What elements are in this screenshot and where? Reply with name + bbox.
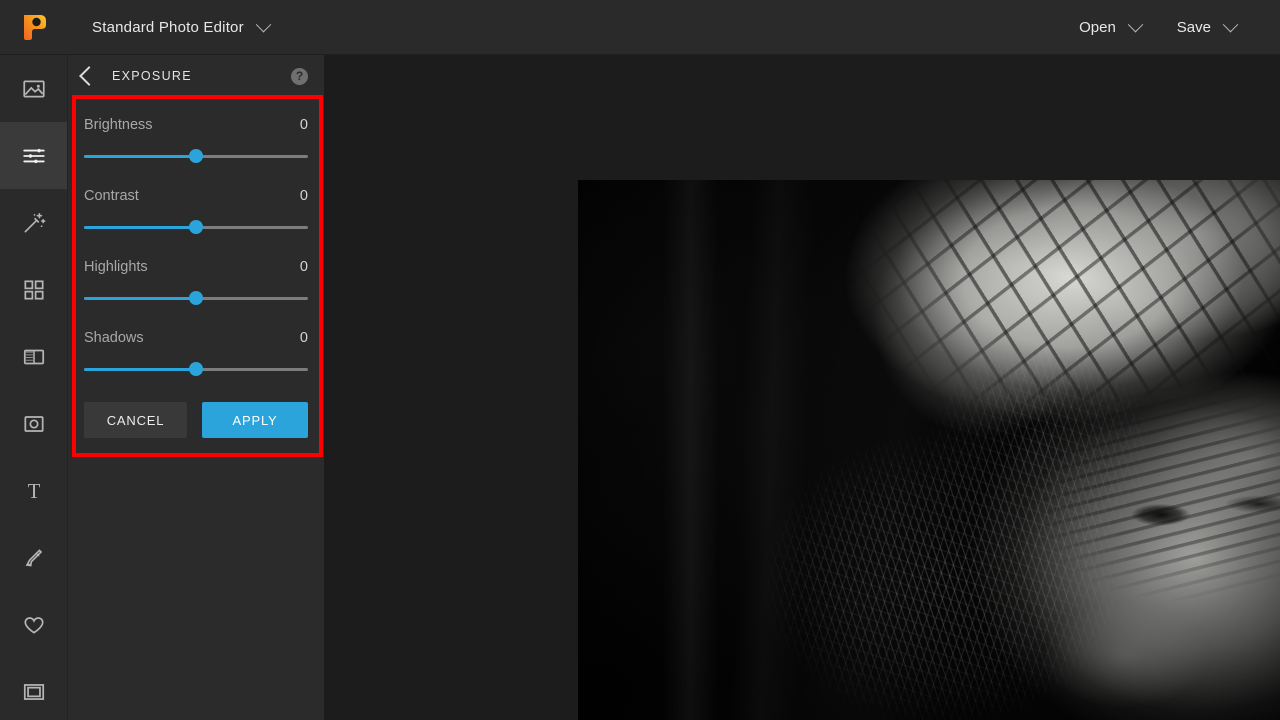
slider-brightness-value: 0 (300, 117, 308, 133)
sidebar-item-text[interactable]: T (0, 457, 67, 524)
sidebar-item-draw[interactable] (0, 524, 67, 591)
slider-shadows-label: Shadows (84, 330, 144, 346)
slider-track-fill (84, 297, 196, 300)
exposure-panel: EXPOSURE ? Brightness 0 Contrast (68, 55, 324, 720)
image-icon (21, 76, 47, 102)
slider-brightness-labels: Brightness 0 (84, 117, 308, 133)
photo-preview[interactable] (578, 180, 1280, 720)
slider-highlights-labels: Highlights 0 (84, 259, 308, 275)
open-button[interactable]: Open (1061, 11, 1159, 44)
cancel-button[interactable]: CANCEL (84, 402, 187, 438)
top-bar-actions: Open Save (1061, 11, 1280, 44)
slider-brightness-track[interactable] (84, 149, 308, 163)
slider-highlights-value: 0 (300, 259, 308, 275)
camera-square-icon (21, 411, 47, 437)
brush-pencil-icon (21, 545, 47, 571)
panel-header: EXPOSURE ? (68, 55, 324, 97)
slider-shadows-value: 0 (300, 330, 308, 346)
slider-shadows-labels: Shadows 0 (84, 330, 308, 346)
tool-rail: T (0, 55, 68, 720)
photo-vignette-layer (578, 180, 1280, 720)
slider-brightness-thumb[interactable] (189, 149, 203, 163)
slider-brightness: Brightness 0 (84, 117, 308, 163)
slider-highlights-thumb[interactable] (189, 291, 203, 305)
slider-shadows-track[interactable] (84, 362, 308, 376)
magic-wand-icon (21, 210, 47, 236)
slider-shadows: Shadows 0 (84, 330, 308, 376)
app-logo[interactable] (0, 0, 68, 55)
slider-contrast: Contrast 0 (84, 188, 308, 234)
exposure-controls: Brightness 0 Contrast 0 (68, 95, 324, 438)
slider-contrast-thumb[interactable] (189, 220, 203, 234)
chevron-down-icon (1128, 16, 1144, 32)
page-title: Standard Photo Editor (92, 19, 244, 36)
panel-title: EXPOSURE (112, 69, 192, 83)
sidebar-item-collage[interactable] (0, 256, 67, 323)
sidebar-item-frame[interactable] (0, 658, 67, 720)
slider-highlights: Highlights 0 (84, 259, 308, 305)
sidebar-item-camera[interactable] (0, 390, 67, 457)
panel-actions: CANCEL APPLY (84, 402, 308, 438)
back-chevron-icon[interactable] (79, 66, 99, 86)
apply-button[interactable]: APPLY (202, 402, 308, 438)
slider-track-fill (84, 368, 196, 371)
slider-shadows-thumb[interactable] (189, 362, 203, 376)
question-mark-icon[interactable]: ? (291, 68, 308, 85)
svg-text:T: T (27, 481, 40, 503)
photo-editor-app: Standard Photo Editor Open Save (0, 0, 1280, 720)
slider-contrast-labels: Contrast 0 (84, 188, 308, 204)
heart-icon (21, 612, 47, 638)
chevron-down-icon (256, 16, 272, 32)
sidebar-item-effects[interactable] (0, 189, 67, 256)
editor-canvas[interactable] (324, 55, 1280, 720)
slider-track-fill (84, 155, 196, 158)
sidebar-item-adjust[interactable] (0, 122, 67, 189)
slider-track-fill (84, 226, 196, 229)
slider-brightness-label: Brightness (84, 117, 153, 133)
split-panel-icon (21, 344, 47, 370)
app-title-dropdown[interactable]: Standard Photo Editor (92, 19, 269, 36)
slider-contrast-label: Contrast (84, 188, 139, 204)
sidebar-item-sticker[interactable] (0, 591, 67, 658)
picsart-logo-icon (21, 13, 47, 41)
chevron-down-icon (1223, 16, 1239, 32)
grid-four-squares-icon (21, 277, 47, 303)
sidebar-item-layers[interactable] (0, 323, 67, 390)
slider-highlights-track[interactable] (84, 291, 308, 305)
sidebar-item-image[interactable] (0, 55, 67, 122)
top-bar: Standard Photo Editor Open Save (0, 0, 1280, 55)
slider-contrast-track[interactable] (84, 220, 308, 234)
save-button[interactable]: Save (1159, 11, 1254, 44)
slider-highlights-label: Highlights (84, 259, 148, 275)
text-t-icon: T (21, 478, 47, 504)
save-label: Save (1177, 19, 1211, 36)
frame-border-icon (21, 679, 47, 705)
open-label: Open (1079, 19, 1116, 36)
sliders-icon (21, 143, 47, 169)
slider-contrast-value: 0 (300, 188, 308, 204)
